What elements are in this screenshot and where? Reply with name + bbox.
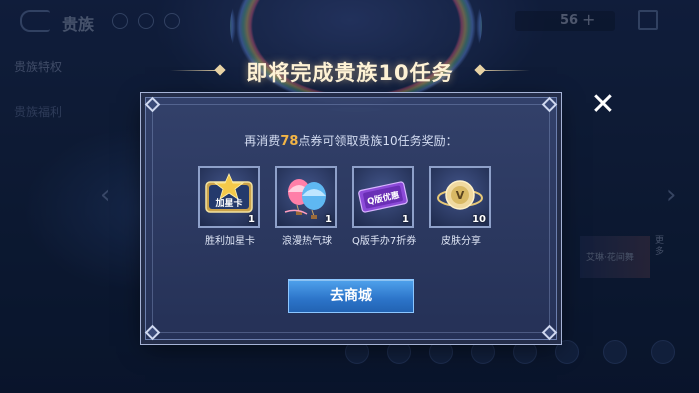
reward-item: 加星卡 1 胜利加星卡: [198, 166, 262, 247]
reward-slot[interactable]: 1: [275, 166, 337, 228]
frame-corner: [144, 96, 161, 113]
reward-list: 加星卡 1 胜利加星卡 1 浪漫热气球 Q版优惠 1 Q版手办7折券 V 10 …: [198, 166, 508, 256]
dialog-title-wrap: 即将完成贵族10任务: [200, 58, 500, 88]
skin-share-text: V: [456, 189, 465, 202]
reward-name: 浪漫热气球: [282, 236, 332, 247]
dialog-title: 即将完成贵族10任务: [246, 61, 454, 85]
star-card-text: 加星卡: [214, 197, 242, 209]
reward-slot[interactable]: Q版优惠 1: [352, 166, 414, 228]
reward-item: 1 浪漫热气球: [275, 166, 339, 247]
game-screen: 贵族 56 + 贵族特权 贵族福利 ‹ › 艾琳·花间舞 更多 即将完成贵族10…: [0, 0, 699, 393]
frame-corner: [541, 324, 558, 341]
task-dialog: 再消费78点券可领取贵族10任务奖励： 加星卡 1 胜利加星卡 1 浪漫热气球 …: [144, 96, 558, 341]
frame-corner: [541, 96, 558, 113]
reward-slot[interactable]: V 10: [429, 166, 491, 228]
reward-name: 皮肤分享: [441, 236, 481, 247]
reward-count: 1: [325, 214, 332, 225]
reward-name: 胜利加星卡: [205, 236, 255, 247]
reward-count: 1: [402, 214, 409, 225]
desc-suffix: 点券可领取贵族10任务奖励：: [298, 134, 458, 148]
reward-name: Q版手办7折券: [352, 236, 417, 247]
close-icon[interactable]: ✕: [590, 90, 616, 120]
reward-count: 1: [248, 214, 255, 225]
reward-slot[interactable]: 加星卡 1: [198, 166, 260, 228]
go-to-shop-button[interactable]: 去商城: [288, 279, 414, 313]
desc-amount: 78: [280, 134, 299, 149]
reward-item: V 10 皮肤分享: [429, 166, 493, 247]
reward-item: Q版优惠 1 Q版手办7折券: [352, 166, 416, 247]
dialog-description: 再消费78点券可领取贵族10任务奖励：: [146, 132, 556, 149]
frame-corner: [144, 324, 161, 341]
reward-count: 10: [472, 214, 486, 225]
desc-prefix: 再消费: [244, 134, 281, 148]
